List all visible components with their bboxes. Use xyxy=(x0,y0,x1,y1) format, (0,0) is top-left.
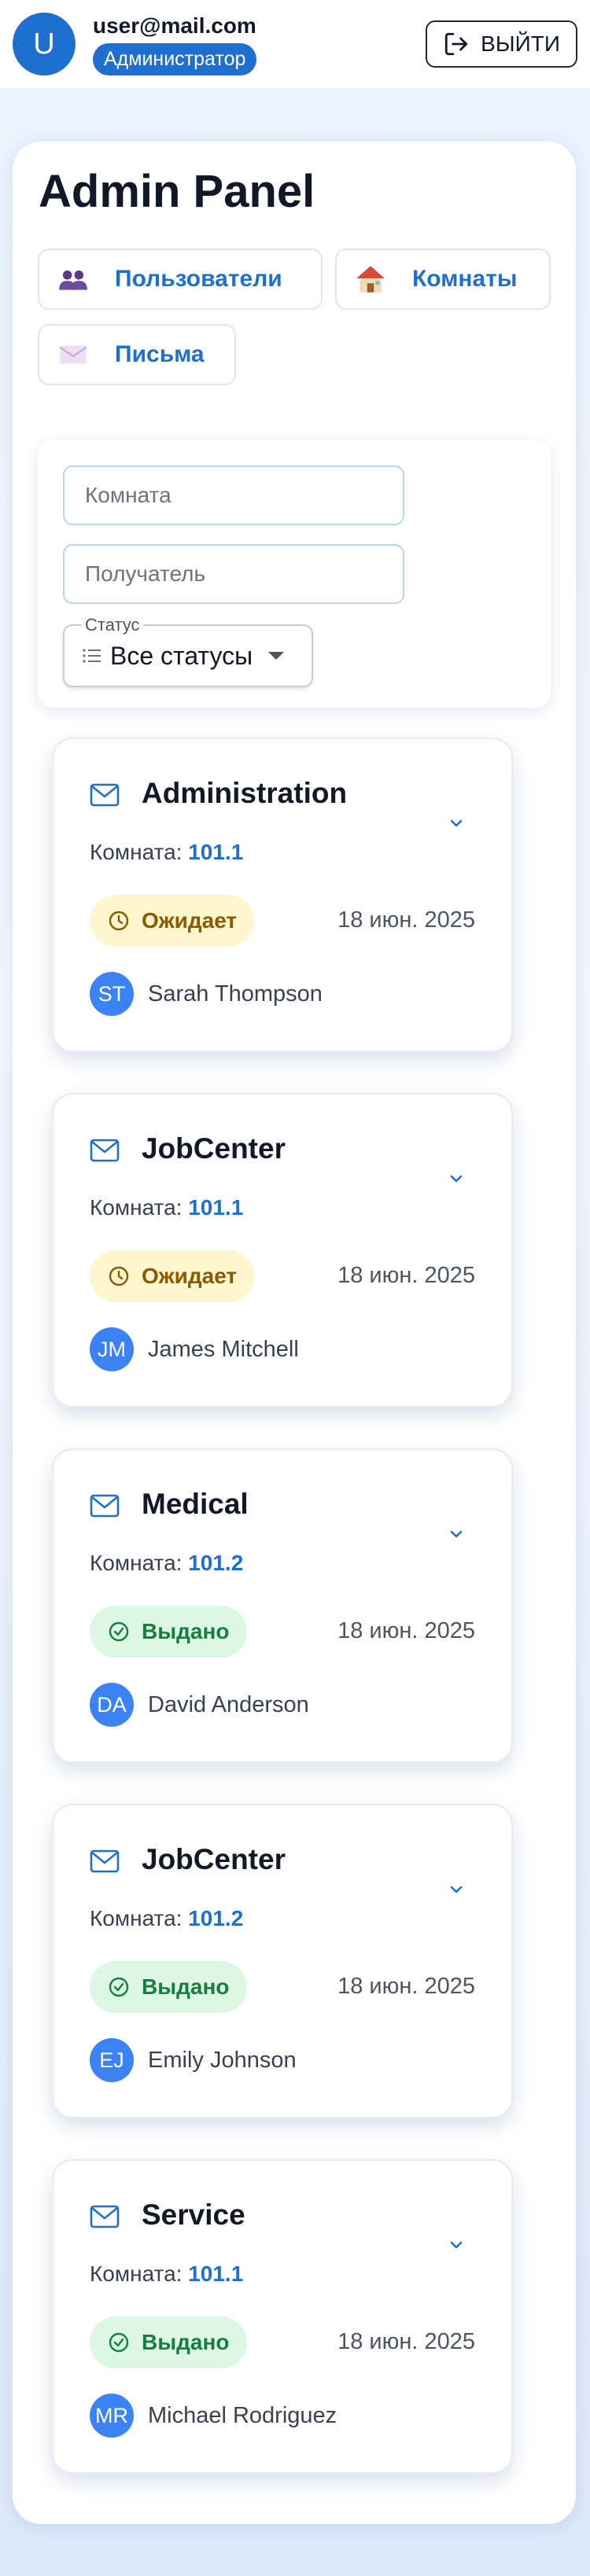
mail-date: 18 июн. 2025 xyxy=(337,1618,475,1643)
mail-title: JobCenter xyxy=(142,1843,286,1875)
status-text: Выдано xyxy=(142,1619,230,1643)
status-select-label: Статус xyxy=(82,615,143,635)
avatar[interactable]: U xyxy=(13,13,76,75)
status-badge: Выдано xyxy=(90,1606,247,1658)
status-badge: Выдано xyxy=(90,2317,247,2368)
users-icon xyxy=(59,270,87,290)
nav-users-label: Пользователи xyxy=(115,266,282,292)
room-number: 101.1 xyxy=(188,2261,244,2286)
logout-label: ВЫЙТИ xyxy=(481,31,560,56)
logout-button[interactable]: ВЫЙТИ xyxy=(426,20,577,68)
mail-icon xyxy=(90,1849,120,1873)
chevron-down-icon[interactable] xyxy=(445,2238,467,2252)
status-text: Ожидает xyxy=(142,908,238,933)
sender-avatar: DA xyxy=(90,1683,134,1727)
room-label: Комната: xyxy=(90,840,183,864)
status-text: Выдано xyxy=(142,1974,230,1999)
nav-letters-button[interactable]: Письма xyxy=(38,324,236,385)
sender-name: David Anderson xyxy=(148,1692,309,1717)
mail-title: Service xyxy=(142,2199,245,2231)
mail-date: 18 июн. 2025 xyxy=(337,907,475,933)
envelope-icon xyxy=(59,345,87,364)
mail-card[interactable]: Service Комната: 101.1 Выдано 18 июн. 20… xyxy=(52,2159,513,2474)
sender-name: Michael Rodriguez xyxy=(148,2403,337,2428)
check-circle-icon xyxy=(109,1621,129,1642)
mail-room: Комната: 101.1 xyxy=(90,2261,243,2287)
mail-title: Medical xyxy=(142,1488,249,1520)
room-number: 101.1 xyxy=(188,1195,244,1220)
nav-rooms-label: Комнаты xyxy=(412,266,518,292)
status-text: Ожидает xyxy=(142,1264,238,1288)
caret-down-icon xyxy=(268,652,285,660)
sender-avatar: MR xyxy=(90,2394,134,2438)
nav-letters-label: Письма xyxy=(115,341,205,367)
chevron-down-icon[interactable] xyxy=(445,1882,467,1897)
clock-icon xyxy=(109,1266,129,1286)
page-title: Admin Panel xyxy=(39,166,315,217)
status-select-value: Все статусы xyxy=(110,641,253,670)
room-label: Комната: xyxy=(90,2261,183,2286)
mail-icon xyxy=(90,1139,120,1162)
mail-icon xyxy=(90,783,120,807)
top-bar: U user@mail.com Администратор ВЫЙТИ xyxy=(0,0,590,88)
status-badge: Выдано xyxy=(90,1961,247,2013)
mail-card[interactable]: Administration Комната: 101.1 Ожидает 18… xyxy=(52,738,513,1052)
check-circle-icon xyxy=(109,2332,129,2353)
logout-icon xyxy=(445,32,468,56)
user-block: U user@mail.com Администратор xyxy=(13,13,257,75)
clock-icon xyxy=(109,911,129,931)
check-circle-icon xyxy=(109,1977,129,1997)
chevron-down-icon[interactable] xyxy=(445,816,467,830)
user-email: user@mail.com xyxy=(93,13,256,38)
filter-card: Все статусы Статус xyxy=(38,440,551,708)
room-number: 101.1 xyxy=(188,840,244,864)
mail-room: Комната: 101.1 xyxy=(90,840,243,865)
sender-name: James Mitchell xyxy=(148,1337,299,1362)
nav-users-button[interactable]: Пользователи xyxy=(38,248,323,310)
room-label: Комната: xyxy=(90,1195,183,1220)
chevron-down-icon[interactable] xyxy=(445,1172,467,1186)
mail-date: 18 июн. 2025 xyxy=(337,2329,475,2354)
status-text: Выдано xyxy=(142,2330,230,2354)
mail-date: 18 июн. 2025 xyxy=(337,1263,475,1288)
room-number: 101.2 xyxy=(188,1551,244,1575)
mail-icon xyxy=(90,2205,120,2228)
mail-room: Комната: 101.1 xyxy=(90,1195,243,1220)
mail-date: 18 июн. 2025 xyxy=(337,1974,475,1999)
recipient-filter-input[interactable] xyxy=(63,544,404,604)
sender-name: Sarah Thompson xyxy=(148,981,323,1006)
room-label: Комната: xyxy=(90,1906,183,1930)
house-icon xyxy=(356,266,385,293)
role-badge: Администратор xyxy=(93,42,257,75)
list-icon xyxy=(83,649,101,663)
room-label: Комната: xyxy=(90,1551,183,1575)
mail-icon xyxy=(90,1494,120,1518)
sender-name: Emily Johnson xyxy=(148,2048,297,2073)
mail-title: JobCenter xyxy=(142,1132,286,1165)
room-filter-input[interactable] xyxy=(63,466,404,525)
mail-card[interactable]: Medical Комната: 101.2 Выдано 18 июн. 20… xyxy=(52,1448,513,1763)
mail-room: Комната: 101.2 xyxy=(90,1906,243,1931)
mail-card[interactable]: JobCenter Комната: 101.2 Выдано 18 июн. … xyxy=(52,1804,513,2118)
status-badge: Ожидает xyxy=(90,1250,255,1302)
mail-title: Administration xyxy=(142,777,348,809)
sender-avatar: EJ xyxy=(90,2038,134,2082)
mail-card[interactable]: JobCenter Комната: 101.1 Ожидает 18 июн.… xyxy=(52,1093,513,1408)
sender-avatar: ST xyxy=(90,972,134,1016)
mail-room: Комната: 101.2 xyxy=(90,1551,243,1576)
sender-avatar: JM xyxy=(90,1327,134,1371)
chevron-down-icon[interactable] xyxy=(445,1527,467,1541)
user-info: user@mail.com Администратор xyxy=(93,13,257,75)
status-badge: Ожидает xyxy=(90,895,255,947)
room-number: 101.2 xyxy=(188,1906,244,1930)
nav-rooms-button[interactable]: Комнаты xyxy=(335,248,551,310)
